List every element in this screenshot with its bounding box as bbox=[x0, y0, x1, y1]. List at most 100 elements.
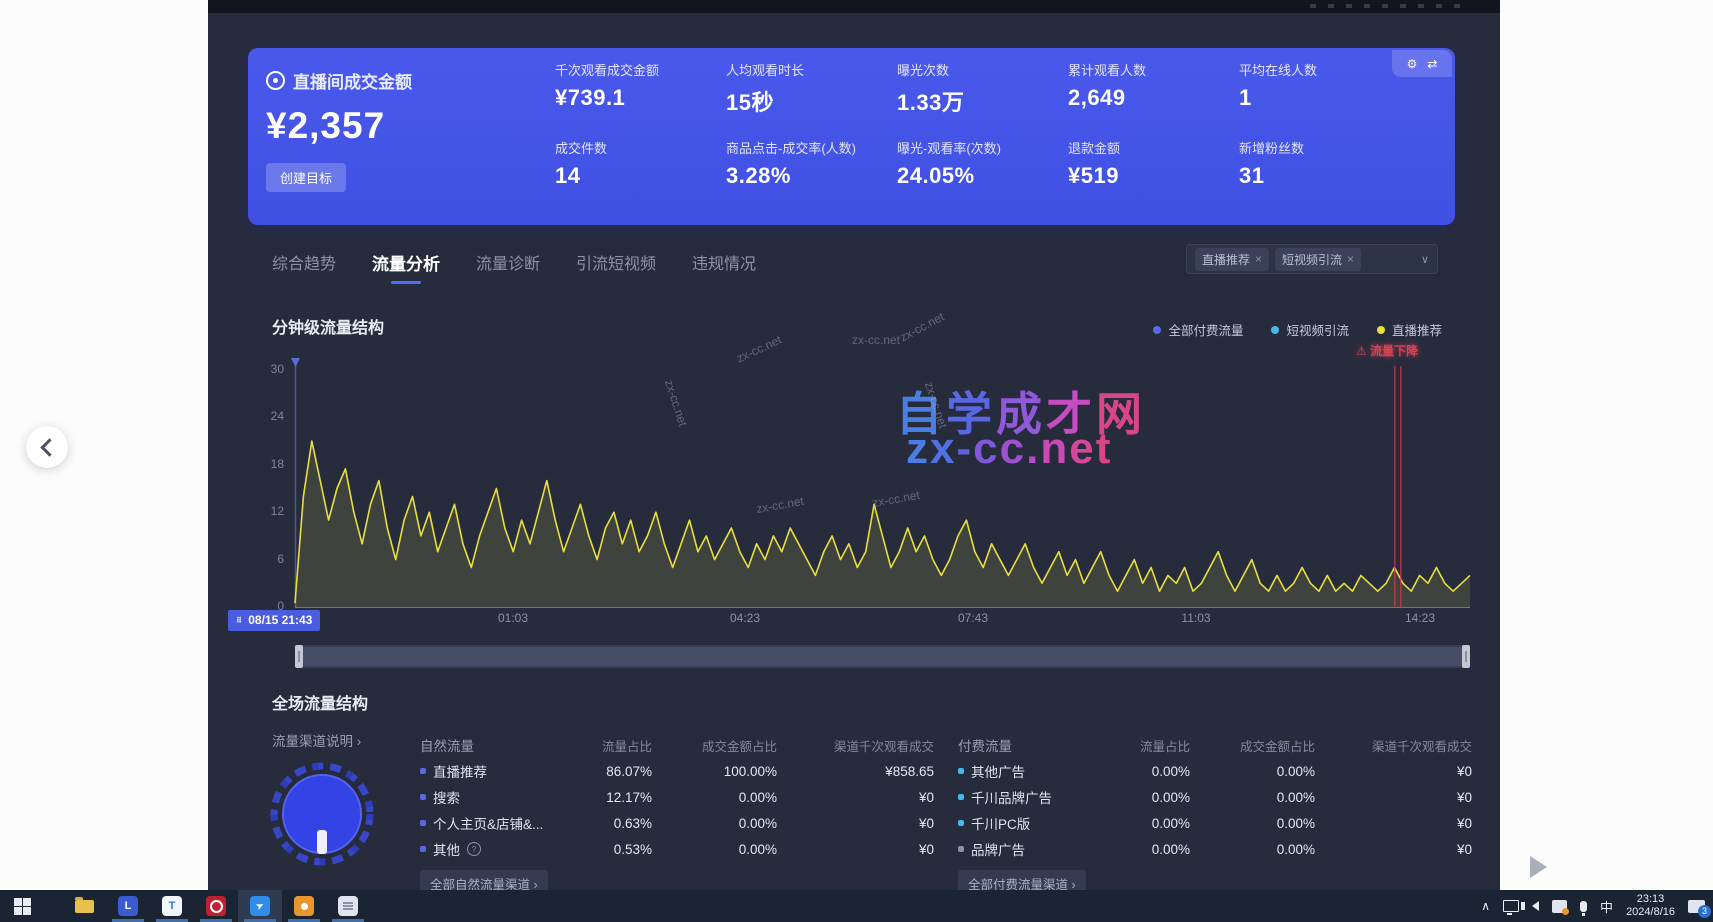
minute-traffic-chart[interactable] bbox=[295, 350, 1470, 608]
taskbar-app-orange[interactable] bbox=[282, 890, 326, 922]
windows-taskbar: L T ➤ ∧ bbox=[0, 890, 1713, 922]
channel-dot bbox=[420, 846, 426, 852]
metric-label: 累计观看人数 bbox=[1068, 60, 1239, 79]
filter-tag[interactable]: 短视频引流× bbox=[1275, 248, 1361, 271]
metric-value: 1 bbox=[1239, 85, 1410, 111]
y-tick: 6 bbox=[277, 552, 284, 566]
channel-dot bbox=[958, 820, 964, 826]
tab-违规情况[interactable]: 违规情况 bbox=[692, 250, 756, 284]
microphone-icon[interactable] bbox=[1580, 901, 1587, 912]
warning-icon: ⚠ bbox=[1356, 344, 1367, 358]
legend-item[interactable]: 全部付费流量 bbox=[1153, 320, 1243, 339]
live-stats-card: 直播间成交金额 ¥2,357 创建目标 千次观看成交金额 ¥739.1人均观看时长… bbox=[248, 48, 1455, 225]
notification-icon[interactable]: 3 bbox=[1688, 900, 1705, 913]
metric-label: 新增粉丝数 bbox=[1239, 138, 1410, 157]
watermark-scatter: zx-cc.net bbox=[898, 310, 947, 345]
metric-value: 15秒 bbox=[726, 85, 897, 117]
table-header-row: 自然流量流量占比成交金额占比渠道千次观看成交 bbox=[420, 732, 934, 758]
tab-综合趋势[interactable]: 综合趋势 bbox=[272, 250, 336, 284]
metric-cell: 曝光次数1.33万 bbox=[897, 60, 1068, 138]
create-goal-button[interactable]: 创建目标 bbox=[266, 163, 346, 192]
card-title-label: 直播间成交金额 bbox=[293, 68, 412, 93]
table-row: 个人主页&店铺&...0.63%0.00%¥0 bbox=[420, 810, 934, 836]
metric-cell: 新增粉丝数31 bbox=[1239, 138, 1410, 216]
window-titlebar bbox=[208, 0, 1500, 13]
titlebar-icons bbox=[1310, 4, 1460, 8]
remove-tag-icon[interactable]: × bbox=[1347, 252, 1354, 266]
taskbar-app-o[interactable] bbox=[194, 890, 238, 922]
metric-value: ¥739.1 bbox=[555, 85, 726, 111]
gear-icon[interactable]: ⚙ bbox=[1407, 57, 1418, 71]
table-row: 千川品牌广告0.00%0.00%¥0 bbox=[958, 784, 1472, 810]
network-icon[interactable] bbox=[1503, 900, 1519, 912]
metric-label: 千次观看成交金额 bbox=[555, 60, 726, 79]
traffic-donut-chart[interactable] bbox=[264, 756, 380, 872]
traffic-drop-alert[interactable]: ⚠ 流量下降 bbox=[1356, 342, 1418, 359]
table-row: 其他?0.53%0.00%¥0 bbox=[420, 836, 934, 862]
pointer-app-icon: ➤ bbox=[250, 896, 270, 916]
legend-item[interactable]: 直播推荐 bbox=[1377, 320, 1442, 339]
start-button[interactable] bbox=[0, 890, 44, 922]
cursor-artifact-icon bbox=[1530, 856, 1547, 878]
chart-legend: 全部付费流量 短视频引流 直播推荐 bbox=[1153, 320, 1442, 339]
legend-item[interactable]: 短视频引流 bbox=[1271, 320, 1349, 339]
taskbar-app-notepad[interactable] bbox=[326, 890, 370, 922]
table-row: 直播推荐86.07%100.00%¥858.65 bbox=[420, 758, 934, 784]
tray-chevron-icon[interactable]: ∧ bbox=[1481, 899, 1490, 913]
card-corner-tools: ⚙ ⇄ bbox=[1392, 50, 1452, 77]
card-title: 直播间成交金额 bbox=[266, 68, 412, 93]
metric-value: 14 bbox=[555, 163, 726, 189]
metric-value: ¥519 bbox=[1068, 163, 1239, 189]
y-tick: 18 bbox=[271, 457, 284, 471]
gmv-value: ¥2,357 bbox=[266, 105, 412, 147]
x-tick: 01:03 bbox=[473, 611, 553, 625]
metric-label: 成交件数 bbox=[555, 138, 726, 157]
target-icon bbox=[266, 71, 285, 90]
info-icon[interactable]: ? bbox=[467, 842, 481, 856]
brush-selected-range[interactable] bbox=[303, 647, 1462, 666]
channel-explain-link[interactable]: 流量渠道说明 › bbox=[272, 730, 361, 750]
back-button[interactable] bbox=[26, 426, 68, 468]
table-row: 千川PC版0.00%0.00%¥0 bbox=[958, 810, 1472, 836]
speaker-icon[interactable] bbox=[1532, 901, 1539, 911]
brush-handle-right[interactable] bbox=[1462, 645, 1470, 668]
watermark-scatter: zx-cc.net bbox=[852, 333, 900, 347]
tab-流量诊断[interactable]: 流量诊断 bbox=[476, 250, 540, 284]
remove-tag-icon[interactable]: × bbox=[1255, 252, 1262, 266]
metric-cell: 成交件数 14 bbox=[555, 138, 726, 216]
swap-icon[interactable]: ⇄ bbox=[1427, 57, 1437, 71]
y-tick: 24 bbox=[271, 409, 284, 423]
taskbar-app-t[interactable]: T bbox=[150, 890, 194, 922]
paid-traffic-table: 付费流量流量占比成交金额占比渠道千次观看成交其他广告0.00%0.00%¥0千川… bbox=[958, 732, 1472, 897]
chevron-down-icon[interactable]: ∨ bbox=[1421, 253, 1429, 266]
ime-indicator[interactable]: 中 bbox=[1600, 897, 1613, 916]
chevron-left-icon bbox=[40, 438, 58, 456]
metric-label: 人均观看时长 bbox=[726, 60, 897, 79]
taskbar-app-browser[interactable]: ➤ bbox=[238, 890, 282, 922]
chart-x-axis: 01:0304:2307:4311:0314:23 bbox=[295, 611, 1470, 631]
metric-value: 3.28% bbox=[726, 163, 897, 189]
ring-app-icon bbox=[206, 896, 226, 916]
metric-cell: 人均观看时长 15秒 bbox=[726, 60, 897, 138]
channel-dot bbox=[420, 768, 426, 774]
x-tick: 04:23 bbox=[705, 611, 785, 625]
legend-dot bbox=[1153, 326, 1161, 334]
filter-tag[interactable]: 直播推荐× bbox=[1195, 248, 1269, 271]
donut-label bbox=[317, 830, 327, 854]
taskbar-app-l[interactable]: L bbox=[106, 890, 150, 922]
brush-handle-left[interactable] bbox=[295, 645, 303, 668]
snip-tool-icon[interactable] bbox=[1552, 900, 1567, 913]
channel-dot bbox=[958, 768, 964, 774]
natural-traffic-table: 自然流量流量占比成交金额占比渠道千次观看成交直播推荐86.07%100.00%¥… bbox=[420, 732, 934, 897]
taskbar-explorer[interactable] bbox=[62, 890, 106, 922]
tray-clock[interactable]: 23:13 2024/8/16 bbox=[1626, 893, 1675, 919]
minute-traffic-title: 分钟级流量结构 bbox=[272, 314, 384, 338]
tab-流量分析[interactable]: 流量分析 bbox=[372, 250, 440, 284]
legend-dot bbox=[1271, 326, 1279, 334]
channel-filter-select[interactable]: 直播推荐× 短视频引流× ∨ bbox=[1186, 244, 1438, 274]
metric-label: 平均在线人数 bbox=[1239, 60, 1410, 79]
chart-range-brush[interactable] bbox=[295, 645, 1470, 668]
channel-dot bbox=[958, 794, 964, 800]
windows-logo-icon bbox=[14, 898, 31, 915]
tab-引流短视频[interactable]: 引流短视频 bbox=[576, 250, 656, 284]
